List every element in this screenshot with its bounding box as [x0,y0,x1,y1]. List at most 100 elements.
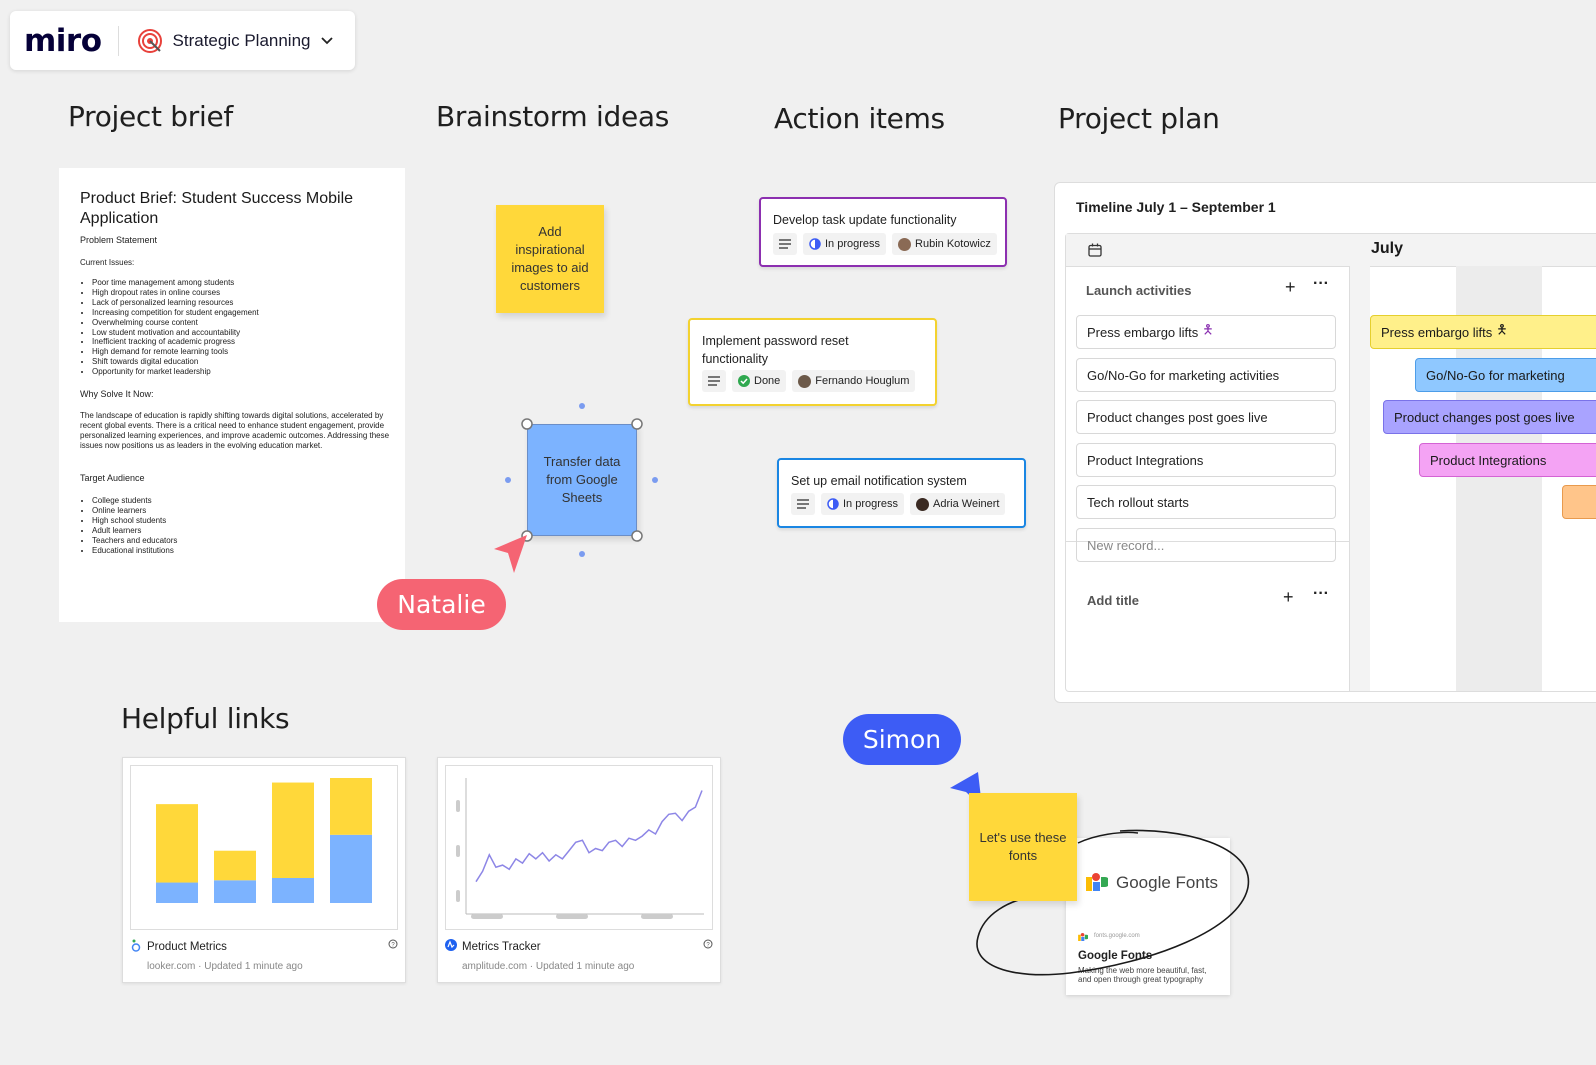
timeline-record[interactable]: Press embargo lifts 🯅 [1076,315,1336,349]
timeline-bar[interactable]: Product changes post goes live [1383,400,1596,434]
link-card-product-metrics[interactable]: Product Metrics looker.com · Updated 1 m… [122,757,406,983]
brief-why-text: The landscape of education is rapidly sh… [80,411,390,450]
assignee-chip[interactable]: Fernando Houglum [792,370,916,392]
collaborator-cursor-simon: Simon [843,714,961,765]
description-icon[interactable] [702,370,726,392]
bar-segment [156,804,198,883]
add-icon[interactable]: + [1283,587,1294,608]
bar-segment [214,850,256,881]
list-item: Opportunity for market leadership [92,367,259,377]
bar-chart-preview [130,765,398,930]
chevron-down-icon[interactable] [320,36,333,45]
divider [117,25,119,56]
action-card[interactable]: Set up email notification system In prog… [777,458,1026,528]
brief-issues-heading: Current Issues: [80,258,135,267]
help-icon[interactable]: ? [388,939,398,949]
action-card[interactable]: Implement password reset functionality D… [688,318,937,406]
assignee-name: Adria Weinert [933,498,1000,510]
description-icon[interactable] [773,233,797,255]
action-card-meta: Done Fernando Houglum [702,370,916,392]
timeline-widget[interactable]: Timeline July 1 – September 1 July Launc… [1054,182,1596,703]
add-icon[interactable]: + [1285,277,1296,298]
y-tick-placeholder [456,890,460,902]
in-progress-icon [827,498,839,510]
board-header: miro Strategic Planning [10,11,355,70]
section-title-plan: Project plan [1058,102,1220,135]
link-title: Metrics Tracker [462,941,541,953]
in-progress-icon [809,238,821,250]
avatar [798,374,812,388]
more-icon[interactable]: ··· [1313,275,1329,293]
person-icon: 🯅 [1496,322,1508,337]
month-label: July [1371,240,1404,257]
list-item: High demand for remote learning tools [92,347,259,357]
help-icon[interactable]: ? [703,939,713,949]
issues-list: Poor time management among studentsHigh … [80,278,259,377]
status-badge[interactable]: In progress [821,493,905,515]
list-item: Low student motivation and accountabilit… [92,328,259,338]
list-item: Overwhelming course content [92,318,259,328]
x-tick-placeholder [556,914,588,919]
status-badge[interactable]: Done [732,370,787,392]
timeline-bar[interactable]: Product Integrations [1419,443,1596,477]
sticky-note-inspire[interactable]: Add inspirational images to aid customer… [496,205,604,313]
looker-icon [131,939,141,952]
status-badge[interactable]: In progress [803,233,887,255]
sticky-note-fonts[interactable]: Let's use these fonts [969,793,1077,901]
link-domain: looker.com · Updated 1 minute ago [147,961,303,972]
bar-segment [272,878,314,903]
timeline-record[interactable]: Go/No-Go for marketing activities [1076,358,1336,392]
record-label: Product changes post goes live [1087,409,1268,425]
product-brief-document[interactable]: Product Brief: Student Success Mobile Ap… [59,168,405,622]
audience-list: College studentsOnline learnersHigh scho… [80,496,177,555]
link-domain: amplitude.com · Updated 1 minute ago [462,961,635,972]
new-record-input[interactable]: New record... [1076,528,1336,562]
timeline-header [1066,234,1596,267]
timeline-record[interactable]: Product changes post goes live [1076,400,1336,434]
brief-problem-heading: Problem Statement [80,235,158,245]
assignee-chip[interactable]: Adria Weinert [910,493,1006,515]
timeline-bar[interactable]: Press embargo lifts 🯅 [1370,315,1596,349]
list-item: Inefficient tracking of academic progres… [92,337,259,347]
action-card-meta: In progress Adria Weinert [791,493,1006,515]
status-text: Done [754,375,781,387]
assignee-chip[interactable]: Rubin Kotowicz [892,233,997,255]
timeline-bar[interactable] [1562,485,1596,519]
bar-label: Product Integrations [1430,452,1547,468]
timeline-record[interactable]: Tech rollout starts [1076,485,1336,519]
x-tick-placeholder [471,914,503,919]
list-item: High dropout rates in online courses [92,288,259,298]
bar-label: Press embargo lifts [1381,324,1493,340]
line-chart-preview [445,765,713,930]
group-title: Launch activities [1086,283,1192,298]
y-tick-placeholder [456,845,460,857]
more-icon[interactable]: ··· [1313,585,1329,603]
miro-logo[interactable]: miro [24,23,102,59]
brief-title: Product Brief: Student Success Mobile Ap… [80,190,354,227]
gutter [1350,266,1370,691]
domain-text: amplitude.com [462,961,528,972]
timeline-bar[interactable]: Go/No-Go for marketing [1415,358,1596,392]
board-name[interactable]: Strategic Planning [173,31,311,51]
section-title-brief: Project brief [68,100,233,133]
list-item: Adult learners [92,526,177,536]
list-item: Teachers and educators [92,536,177,546]
sticky-text: Add inspirational images to aid customer… [511,224,589,293]
link-card-metrics-tracker[interactable]: Metrics Tracker amplitude.com · Updated … [437,757,721,983]
brief-why-heading: Why Solve It Now: [80,389,154,399]
check-circle-icon [738,375,750,387]
calendar-icon[interactable] [1088,243,1102,257]
record-label: Tech rollout starts [1087,494,1189,510]
bar-segment [156,882,198,903]
y-tick-placeholder [456,800,460,812]
description-icon[interactable] [791,493,815,515]
sticky-text: Let's use these fonts [979,830,1067,863]
person-icon: 🯅 [1202,322,1214,337]
add-title-label[interactable]: Add title [1087,593,1139,608]
section-title-actions: Action items [774,102,945,135]
action-card[interactable]: Develop task update functionality In pro… [759,197,1007,267]
timeline-record[interactable]: Product Integrations [1076,443,1336,477]
collaborator-cursor-natalie: Natalie [377,579,506,630]
list-item: Poor time management among students [92,278,259,288]
amplitude-icon [445,939,457,951]
